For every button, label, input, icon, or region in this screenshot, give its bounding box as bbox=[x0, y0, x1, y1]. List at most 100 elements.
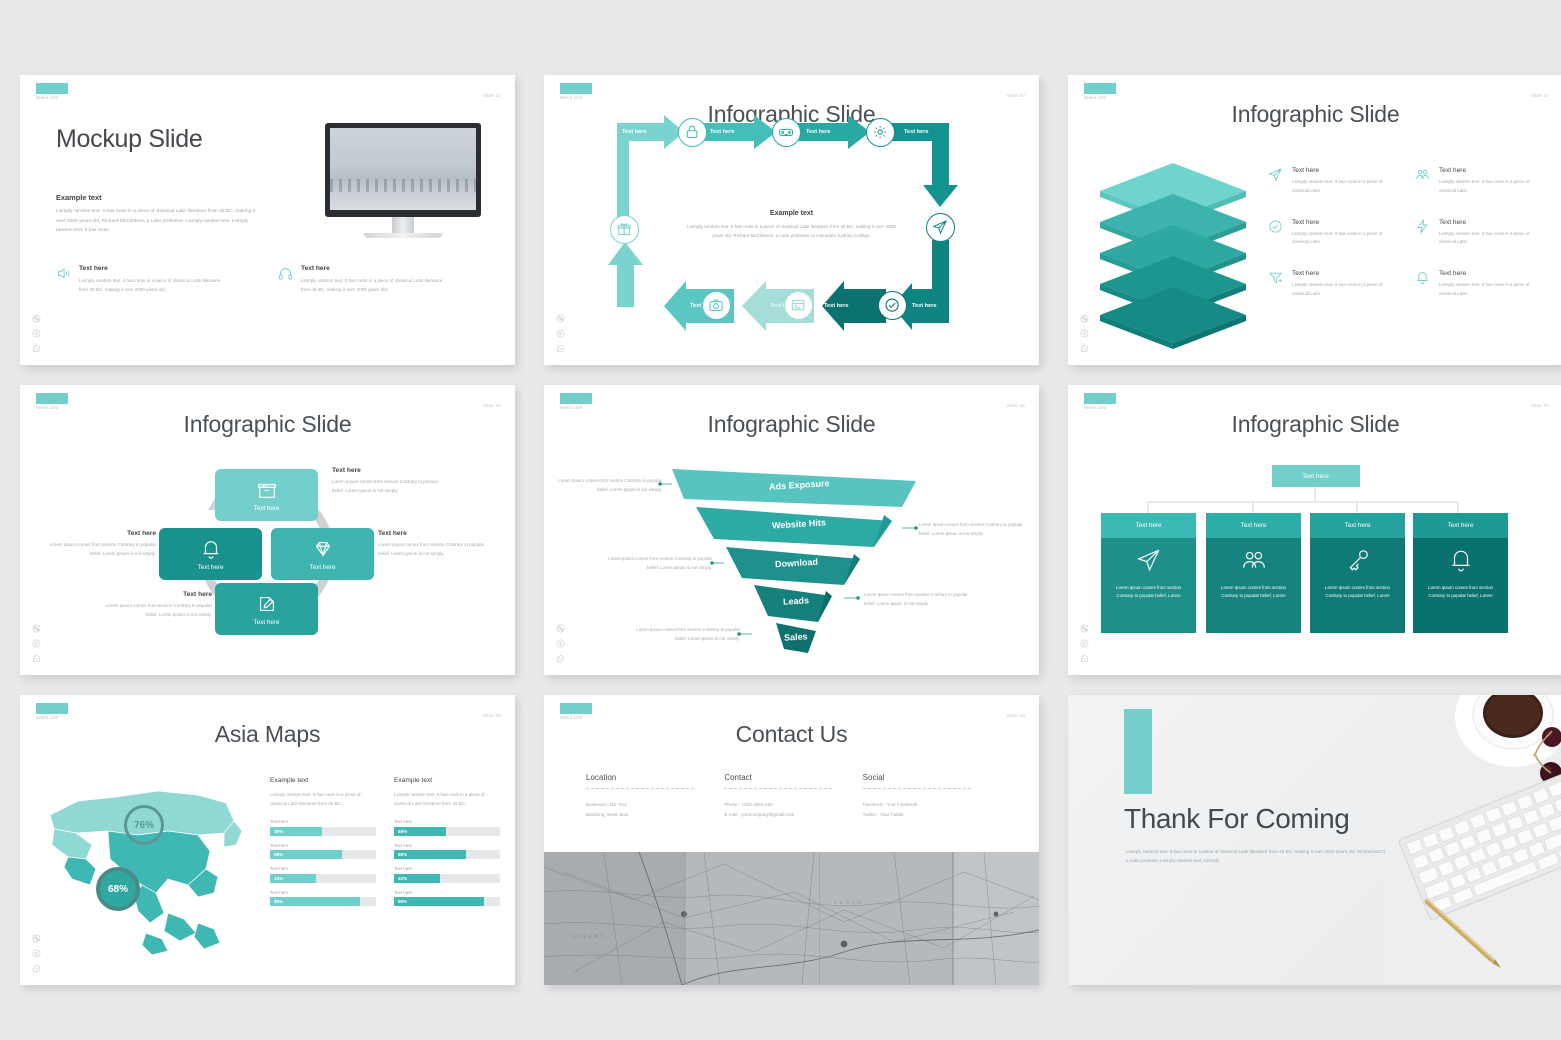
social-icon-column[interactable] bbox=[32, 934, 41, 973]
dribbble-icon[interactable] bbox=[32, 934, 41, 943]
feature-item: Text here Lsimply random text. It has roo… bbox=[1415, 167, 1538, 196]
org-card[interactable]: Text here Lorem Ipsum comes from section… bbox=[1101, 513, 1196, 633]
skype-icon[interactable] bbox=[32, 949, 41, 958]
skype-icon[interactable] bbox=[1080, 329, 1089, 338]
dribbble-icon[interactable] bbox=[1080, 624, 1089, 633]
slide-cycle[interactable]: Neero.com Slide 25 Infographic Slide Tex… bbox=[20, 385, 515, 675]
caption-heading: Text here bbox=[378, 530, 407, 537]
dribbble-icon[interactable] bbox=[1080, 314, 1089, 323]
dribbble-icon[interactable] bbox=[556, 624, 565, 633]
social-icon-column[interactable] bbox=[32, 624, 41, 663]
paper-plane-icon bbox=[926, 213, 955, 242]
slide-mockup[interactable]: Neero.com Slide 22 Mockup Slide Example … bbox=[20, 75, 515, 365]
contact-line: Bandung, West Java bbox=[586, 811, 629, 817]
slide-thank-you[interactable]: Thank For Coming Lsimply random text. It… bbox=[1068, 695, 1561, 985]
whatsapp-icon[interactable] bbox=[32, 964, 41, 973]
paper-plane-icon bbox=[1136, 549, 1159, 572]
slide-process-flow[interactable]: Neero.com Slide 23 Infographic Slide Tex… bbox=[544, 75, 1039, 365]
skype-icon[interactable] bbox=[556, 639, 565, 648]
feature-heading: Text here bbox=[79, 265, 108, 272]
divider bbox=[586, 788, 694, 789]
step-label: Text here bbox=[912, 303, 937, 309]
feature-item: Text here Lsimply random text. It has roo… bbox=[1268, 270, 1391, 299]
cycle-node-label: Text here bbox=[309, 563, 336, 571]
slide-contact[interactable]: Neero.com Slide 29 Contact Us Location B… bbox=[544, 695, 1039, 985]
slide-asia-maps[interactable]: Neero.com Slide 28 Asia Maps 76% 68% Exa… bbox=[20, 695, 515, 985]
skype-icon[interactable] bbox=[32, 329, 41, 338]
skype-icon[interactable] bbox=[1080, 639, 1089, 648]
step-label: Text here bbox=[824, 303, 849, 309]
slide-funnel[interactable]: Neero.com Slide 26 Infographic Slide Ads… bbox=[544, 385, 1039, 675]
lock-icon bbox=[678, 118, 707, 147]
org-card-header: Text here bbox=[1447, 522, 1474, 529]
progress-row: Text here 49% bbox=[270, 819, 376, 836]
slide-layers[interactable]: Neero.com Slide 24 Infographic Slide Tex… bbox=[1068, 75, 1561, 365]
page-title: Contact Us bbox=[735, 721, 848, 747]
column-desc: Lsimply random text. It has roots in a p… bbox=[270, 792, 361, 806]
donut-chart-76: 76% bbox=[124, 805, 164, 845]
divider bbox=[724, 788, 833, 789]
progress-row: Text here 85% bbox=[394, 890, 500, 906]
progress-label: Text here bbox=[394, 819, 413, 824]
contact-line: Phone : +022-2564-220 bbox=[724, 802, 773, 807]
brand-text: Neero.com bbox=[36, 715, 59, 720]
whatsapp-icon[interactable] bbox=[32, 344, 41, 353]
cycle-node-left[interactable]: Text here bbox=[159, 528, 262, 580]
skype-icon[interactable] bbox=[32, 639, 41, 648]
progress-label: Text here bbox=[270, 819, 289, 824]
bell-icon bbox=[1451, 550, 1470, 572]
check-circle-icon bbox=[878, 291, 907, 320]
svg-text:PENIN: PENIN bbox=[834, 901, 864, 906]
dribbble-icon[interactable] bbox=[556, 314, 565, 323]
dribbble-icon[interactable] bbox=[32, 314, 41, 323]
org-card-body: Lorem Ipsum comes from section Contrary … bbox=[1221, 585, 1286, 599]
contact-line: Boulevard, 113 Troy bbox=[586, 802, 627, 807]
whatsapp-icon[interactable] bbox=[556, 654, 565, 663]
social-icon-column[interactable] bbox=[556, 624, 565, 663]
bell-icon bbox=[203, 540, 218, 559]
column-heading: Example text bbox=[394, 777, 433, 784]
headphones-icon bbox=[278, 265, 294, 294]
feature-heading: Text here bbox=[1439, 270, 1467, 278]
progress-row: Text here 85% bbox=[270, 890, 376, 906]
cycle-node-right[interactable]: Text here bbox=[271, 528, 374, 580]
skype-icon[interactable] bbox=[556, 329, 565, 338]
org-card[interactable]: Text here Lorem Ipsum comes from section… bbox=[1413, 513, 1508, 633]
whatsapp-icon[interactable] bbox=[32, 654, 41, 663]
progress-label: Text here bbox=[394, 842, 413, 848]
subheading: Example text bbox=[56, 193, 102, 202]
feature-item: Text here Lsimply random text. It has roo… bbox=[1415, 270, 1538, 299]
users-icon bbox=[1415, 167, 1431, 196]
org-card[interactable]: Text here Lorem Ipsum comes from section… bbox=[1206, 513, 1301, 633]
dribbble-icon[interactable] bbox=[32, 624, 41, 633]
social-icon-column[interactable] bbox=[32, 314, 41, 353]
page-title: Mockup Slide bbox=[56, 125, 203, 153]
column-heading: Location bbox=[586, 773, 617, 782]
whatsapp-icon[interactable] bbox=[1080, 344, 1089, 353]
step-label: Text here bbox=[806, 129, 831, 135]
social-icon-column[interactable] bbox=[1080, 314, 1089, 353]
contact-line: E-mail : yourcompany@gmail.com bbox=[724, 811, 795, 817]
feature-body: Lsimply random text. It has roots in a p… bbox=[1439, 179, 1530, 193]
caption-heading: Text here bbox=[183, 591, 212, 598]
cycle-node-top[interactable]: Text here bbox=[215, 469, 318, 521]
svg-text:SOLENT: SOLENT bbox=[572, 935, 606, 940]
progress-value: 68% bbox=[398, 852, 408, 857]
column-heading: Contact bbox=[724, 773, 752, 782]
slide-org-chart[interactable]: Neero.com Slide 27 Infographic Slide Tex… bbox=[1068, 385, 1561, 675]
progress-value: 85% bbox=[274, 899, 284, 904]
social-icon-column[interactable] bbox=[556, 314, 565, 353]
org-card[interactable]: Text here Lorem Ipsum comes from section… bbox=[1310, 513, 1405, 633]
brand-bar bbox=[1084, 83, 1116, 94]
progress-label: Text here bbox=[270, 842, 289, 848]
whatsapp-icon[interactable] bbox=[556, 344, 565, 353]
social-icon-column[interactable] bbox=[1080, 624, 1089, 663]
vintage-paper-map-photo: SOLENT PENIN bbox=[544, 852, 1039, 985]
brand-text: Neero.com bbox=[560, 715, 583, 720]
cycle-caption: Text here Lorem Ipsum comes from section… bbox=[100, 591, 212, 620]
funnel-annotation: Lorem Ipsum comes from section Contrary … bbox=[864, 592, 968, 606]
progress-row: Text here 68% bbox=[270, 842, 376, 859]
gift-box-icon bbox=[610, 215, 639, 244]
whatsapp-icon[interactable] bbox=[1080, 654, 1089, 663]
cycle-node-bottom[interactable]: Text here bbox=[215, 583, 318, 635]
